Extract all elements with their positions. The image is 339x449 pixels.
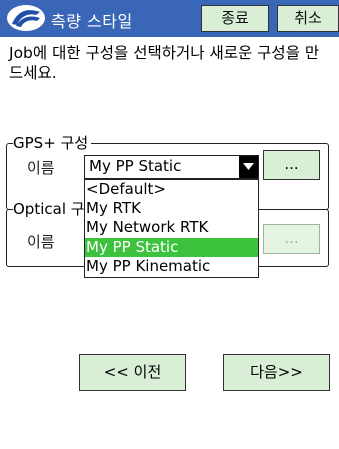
- app-logo-icon: [7, 5, 45, 31]
- optical-browse-button[interactable]: ...: [263, 224, 320, 254]
- gps-config-value: My PP Static: [89, 157, 182, 175]
- gps-browse-button[interactable]: ...: [263, 150, 320, 180]
- title-bar: 측량 스타일 종료 취소: [0, 0, 339, 37]
- next-button[interactable]: 다음>>: [223, 354, 330, 391]
- dropdown-option-selected[interactable]: My PP Static: [85, 237, 258, 257]
- instruction-text: Job에 대한 구성을 선택하거나 새로운 구성을 만드세요.: [9, 44, 320, 82]
- gps-name-label: 이름: [27, 159, 55, 177]
- gps-config-select[interactable]: My PP Static: [84, 155, 259, 179]
- dropdown-option[interactable]: My Network RTK: [85, 218, 258, 237]
- previous-button[interactable]: << 이전: [79, 354, 186, 391]
- dropdown-option[interactable]: My PP Kinematic: [85, 257, 258, 276]
- cancel-button[interactable]: 취소: [277, 5, 339, 32]
- done-button[interactable]: 종료: [201, 5, 269, 32]
- dropdown-arrow-icon[interactable]: [239, 156, 258, 178]
- window-title: 측량 스타일: [51, 12, 133, 31]
- gps-group-legend: GPS+ 구성: [13, 132, 92, 153]
- optical-name-label: 이름: [27, 233, 55, 251]
- gps-config-dropdown-list[interactable]: <Default> My RTK My Network RTK My PP St…: [84, 179, 259, 278]
- optical-group-legend: Optical 구: [13, 198, 88, 219]
- dropdown-option[interactable]: <Default>: [85, 180, 258, 199]
- dropdown-option[interactable]: My RTK: [85, 199, 258, 218]
